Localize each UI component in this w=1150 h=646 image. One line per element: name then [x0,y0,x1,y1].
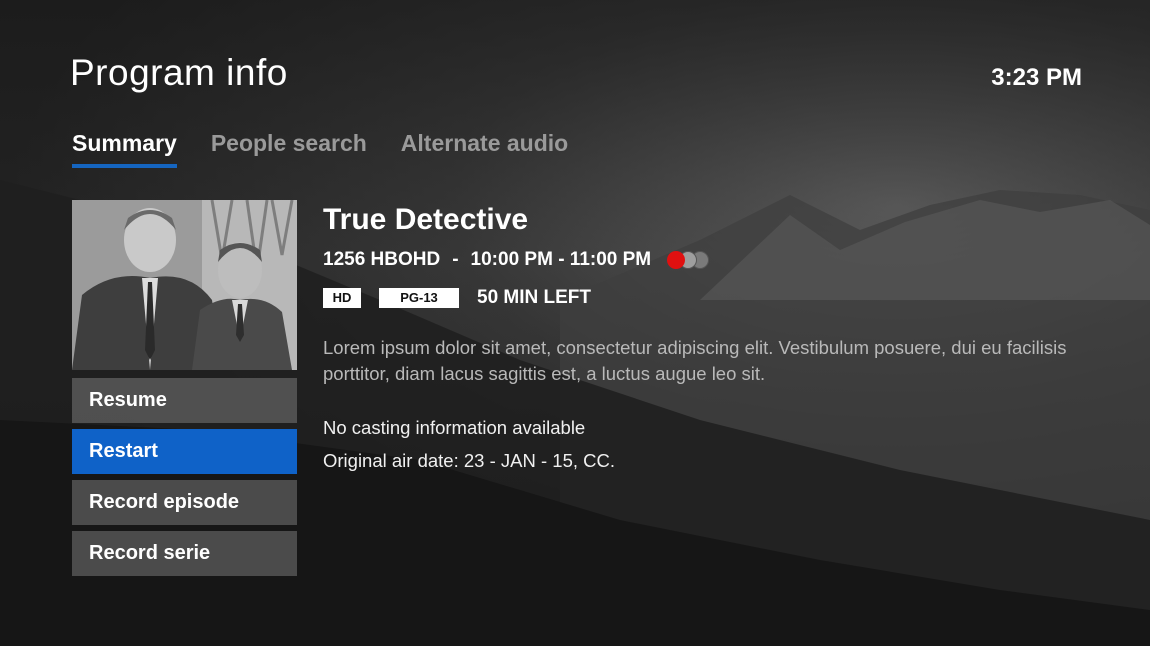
time-left: 50 MIN LEFT [477,287,592,308]
rating-badge: PG-13 [379,288,459,308]
casting-info: No casting information available [323,417,586,438]
tab-people-search[interactable]: People search [211,130,367,168]
schedule-separator: - [452,249,459,270]
program-description: Lorem ipsum dolor sit amet, consectetur … [323,337,1067,384]
restart-button[interactable]: Restart [72,429,297,474]
time-range: 10:00 PM - 11:00 PM [470,249,652,270]
record-serie-button[interactable]: Record serie [72,531,297,576]
badge-row: HD PG-13 50 MIN LEFT [323,287,1093,309]
program-poster-image [72,200,297,370]
record-status-icon [667,251,710,269]
page-title: Program info [70,52,288,93]
resume-button[interactable]: Resume [72,378,297,423]
tab-summary[interactable]: Summary [72,130,177,168]
program-details: True Detective 1256 HBOHD - 10:00 PM - 1… [323,203,1093,477]
program-info: No casting information available Origina… [323,411,1093,477]
hd-badge: HD [323,288,361,308]
tab-bar: Summary People search Alternate audio [72,130,568,168]
channel-label: 1256 HBOHD [323,249,441,270]
tab-alternate-audio[interactable]: Alternate audio [401,130,568,168]
action-menu: Resume Restart Record episode Record ser… [72,378,297,582]
clock: 3:23 PM [991,64,1082,91]
record-episode-button[interactable]: Record episode [72,480,297,525]
program-title: True Detective [323,203,529,236]
schedule-line: 1256 HBOHD - 10:00 PM - 11:00 PM [323,249,1093,271]
air-date: Original air date: 23 - JAN - 15, CC. [323,450,615,471]
